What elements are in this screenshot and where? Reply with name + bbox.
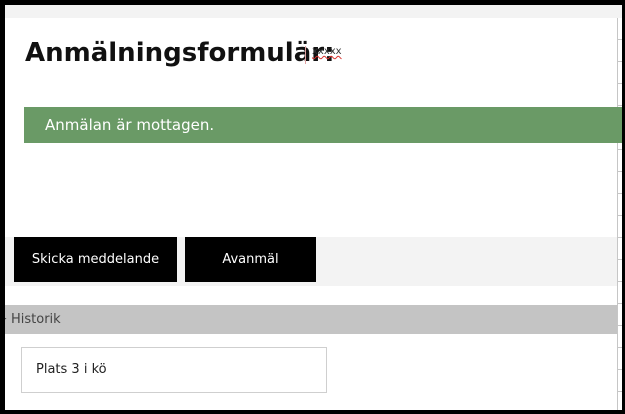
unregister-button[interactable]: Avanmäl <box>185 237 316 282</box>
queue-position-text: Plats 3 i kö <box>36 362 107 377</box>
right-scroll-ticks <box>618 18 622 410</box>
history-section-toggle[interactable]: ▸ Historik <box>5 305 617 334</box>
page-title: Anmälningsformulär: <box>25 38 335 68</box>
send-message-button[interactable]: Skicka meddelande <box>14 237 177 282</box>
queue-position-entry: Plats 3 i kö <box>21 347 327 393</box>
title-separator <box>305 46 306 64</box>
page: Anmälningsformulär: xxxxx Anmälan är mot… <box>5 5 622 410</box>
form-name-value: xxxxx <box>312 46 342 57</box>
success-alert: Anmälan är mottagen. <box>24 107 622 143</box>
history-label: Historik <box>11 312 61 327</box>
triangle-right-icon: ▸ <box>2 314 7 324</box>
screenshot-frame: Anmälningsformulär: xxxxx Anmälan är mot… <box>0 0 625 414</box>
success-alert-message: Anmälan är mottagen. <box>45 116 215 134</box>
top-bar <box>5 5 622 18</box>
